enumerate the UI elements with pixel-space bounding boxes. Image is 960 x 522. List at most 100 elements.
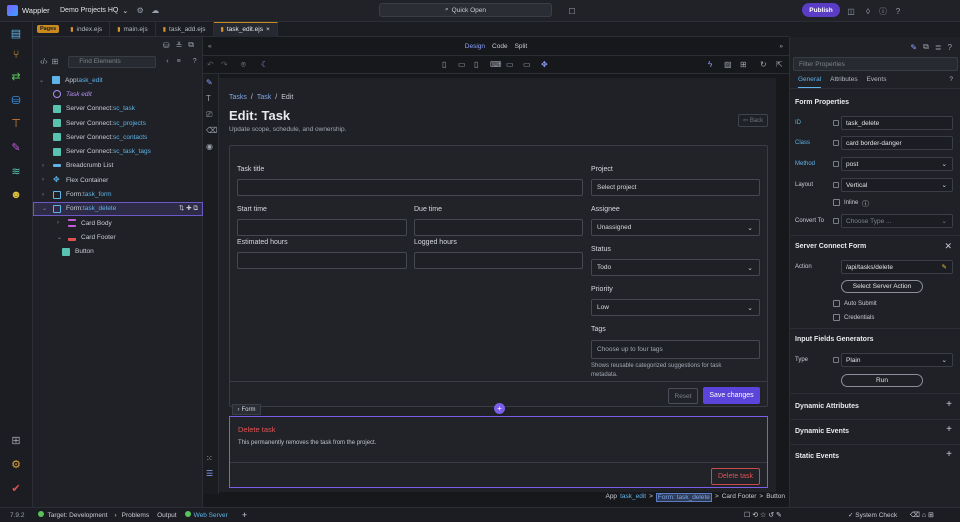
tree-node-sc-task-tags[interactable]: Server Connect: sc_task_tags xyxy=(33,144,203,158)
brush-icon[interactable]: ⎚ xyxy=(206,110,212,120)
component-icon[interactable]: ⊞ xyxy=(52,57,59,66)
hierarchy-icon[interactable]: ⧉ xyxy=(188,40,194,50)
gear-icon[interactable]: ⚙ xyxy=(8,456,24,472)
edit-icon[interactable]: ✎ xyxy=(206,78,213,87)
target-selector[interactable]: Target: Development xyxy=(38,511,107,519)
find-elements-input[interactable]: Find Elements xyxy=(68,55,157,68)
reset-button[interactable]: Reset xyxy=(668,388,698,404)
edit-icon[interactable]: ✎ xyxy=(910,43,917,52)
add-dynamic-attribute-icon[interactable]: + xyxy=(946,399,952,410)
desktop-icon[interactable]: ▭ xyxy=(506,60,514,69)
estimated-hours-input[interactable] xyxy=(237,252,407,269)
help-circle-icon[interactable]: ? xyxy=(949,76,953,83)
cloud-upload-icon[interactable]: ☁ xyxy=(149,5,161,17)
design-mode-tab[interactable]: Design xyxy=(465,43,485,50)
tree-node-sc-task[interactable]: Server Connect: sc_task xyxy=(33,102,203,116)
run-button[interactable]: Run xyxy=(841,374,923,387)
layout-select[interactable]: Vertical ⌄ xyxy=(841,178,953,192)
info-icon[interactable]: ⓘ xyxy=(877,5,889,17)
layers-icon[interactable]: ≋ xyxy=(8,163,24,179)
wide-desktop-icon[interactable]: ▭ xyxy=(523,60,531,69)
tags-input[interactable]: Choose up to four tags xyxy=(591,340,760,359)
layers-icon[interactable]: ⧉ xyxy=(923,42,929,52)
breadcrumb-task[interactable]: Task xyxy=(257,94,271,101)
back-button[interactable]: ⇦ Back xyxy=(738,114,768,127)
web-server-toggle[interactable]: Web Server xyxy=(184,511,228,519)
project-selector[interactable]: Demo Projects HQ ⌄ xyxy=(60,7,128,15)
publish-button[interactable]: Publish xyxy=(802,3,840,17)
database-icon[interactable]: ⛁ xyxy=(8,92,24,108)
form-selection-tag[interactable]: ‹ Form xyxy=(232,404,261,415)
pro-badge-icon[interactable]: ✔ xyxy=(8,480,24,496)
output-tab[interactable]: Output xyxy=(157,512,177,519)
mobile-portrait-icon[interactable]: ▯ xyxy=(442,60,446,69)
filter-properties-input[interactable]: Filter Properties xyxy=(793,57,958,71)
close-icon[interactable]: × xyxy=(266,26,270,33)
mobile-landscape-icon[interactable]: ▭ xyxy=(458,60,466,69)
tab-events[interactable]: Events xyxy=(867,76,887,88)
path-app-value[interactable]: task_edit xyxy=(620,493,646,502)
tree-node-form-delete[interactable]: ⌄ Form: task_delete ⇅ ✚ ⧉ xyxy=(33,201,203,216)
node-actions[interactable]: ⇅ ✚ ⧉ xyxy=(179,204,198,213)
assets-icon[interactable]: ✎ xyxy=(8,139,24,155)
chevron-left-icon[interactable]: ‹ xyxy=(166,58,168,65)
laptop-icon[interactable]: ⌨ xyxy=(490,60,502,69)
assignee-select[interactable]: Unassigned ⌄ xyxy=(591,219,760,236)
camera-icon[interactable]: ⌾ xyxy=(241,60,246,70)
delete-task-button[interactable]: Delete task xyxy=(711,468,760,485)
help-icon[interactable]: ? xyxy=(948,43,952,52)
save-changes-button[interactable]: Save changes xyxy=(703,387,760,404)
list-icon[interactable]: ☰ xyxy=(206,469,213,478)
image-icon[interactable]: ▨ xyxy=(724,60,732,69)
credentials-checkbox[interactable] xyxy=(833,314,840,321)
code-icon[interactable]: ‹/› xyxy=(40,57,48,66)
dynamic-value-icon[interactable] xyxy=(833,357,839,363)
routing-icon[interactable]: ⇄ xyxy=(8,68,24,84)
tab-task-edit[interactable]: ▮ task_edit.ejs × xyxy=(213,21,278,37)
dynamic-value-icon[interactable] xyxy=(833,182,839,188)
tray-icons[interactable]: ⌫ ⌂ ⊞ xyxy=(910,511,934,519)
window-icon[interactable]: ☐ ⟲ ☆ ↺ ✎ xyxy=(744,511,782,519)
pencil-icon[interactable]: ✎ xyxy=(942,263,947,271)
external-link-icon[interactable]: ⇱ xyxy=(776,60,783,69)
code-mode-tab[interactable]: Code xyxy=(492,43,508,50)
sort-icon[interactable]: ≡ xyxy=(177,58,181,65)
tree-node-breadcrumb[interactable]: › Breadcrumb List xyxy=(33,159,203,173)
help-circle-icon[interactable]: ? xyxy=(193,58,197,65)
breadcrumb-tasks[interactable]: Tasks xyxy=(229,94,247,101)
tree-node-flex-container[interactable]: › ✥ Flex Container xyxy=(33,173,203,187)
tab-task-add[interactable]: ▮ task_add.ejs xyxy=(156,21,214,37)
collapse-left-icon[interactable]: « xyxy=(208,43,212,50)
stack-icon[interactable]: ≣ xyxy=(935,43,942,52)
layout-icon[interactable]: ◫ xyxy=(845,5,857,17)
project-select[interactable]: Select project xyxy=(591,179,760,196)
priority-select[interactable]: Low ⌄ xyxy=(591,299,760,316)
type-select[interactable]: Plain ⌄ xyxy=(841,353,953,367)
path-card-footer[interactable]: Card Footer xyxy=(722,493,757,502)
id-input[interactable]: task_delete xyxy=(841,116,953,130)
tree-node-app[interactable]: ⌄ App task_edit xyxy=(33,73,203,87)
dynamic-value-icon[interactable] xyxy=(833,140,839,146)
refresh-icon[interactable]: ↻ xyxy=(760,60,767,69)
close-icon[interactable]: ✕ xyxy=(944,241,952,252)
move-icon[interactable]: ✥ xyxy=(541,60,548,69)
path-form[interactable]: Form: task_delete xyxy=(655,493,712,502)
settings-icon[interactable]: ⚙ xyxy=(134,5,146,17)
convert-to-select[interactable]: Choose Type ... ⌄ xyxy=(841,214,953,228)
eye-icon[interactable]: ◉ xyxy=(206,142,213,151)
tree-node-task-edit[interactable]: Task edit xyxy=(33,87,203,101)
auto-submit-checkbox[interactable] xyxy=(833,300,840,307)
action-input[interactable]: /api/tasks/delete ✎ xyxy=(841,260,953,274)
dynamic-events-heading[interactable]: Dynamic Events xyxy=(795,428,849,435)
info-icon[interactable]: ⓘ xyxy=(862,199,869,209)
dark-mode-icon[interactable]: ☾ xyxy=(261,60,268,69)
api-icon[interactable]: ⊤ xyxy=(8,115,24,131)
workflow-icon[interactable]: ⑂ xyxy=(8,47,24,63)
magic-icon[interactable]: ϟ xyxy=(708,60,712,69)
task-title-input[interactable] xyxy=(237,179,583,196)
problems-tab[interactable]: Problems xyxy=(122,512,149,519)
dynamic-value-icon[interactable] xyxy=(833,161,839,167)
select-server-action-button[interactable]: Select Server Action xyxy=(841,280,923,293)
tab-main[interactable]: ▮ main.ejs xyxy=(110,21,156,37)
tablet-icon[interactable]: ▯ xyxy=(474,60,478,69)
